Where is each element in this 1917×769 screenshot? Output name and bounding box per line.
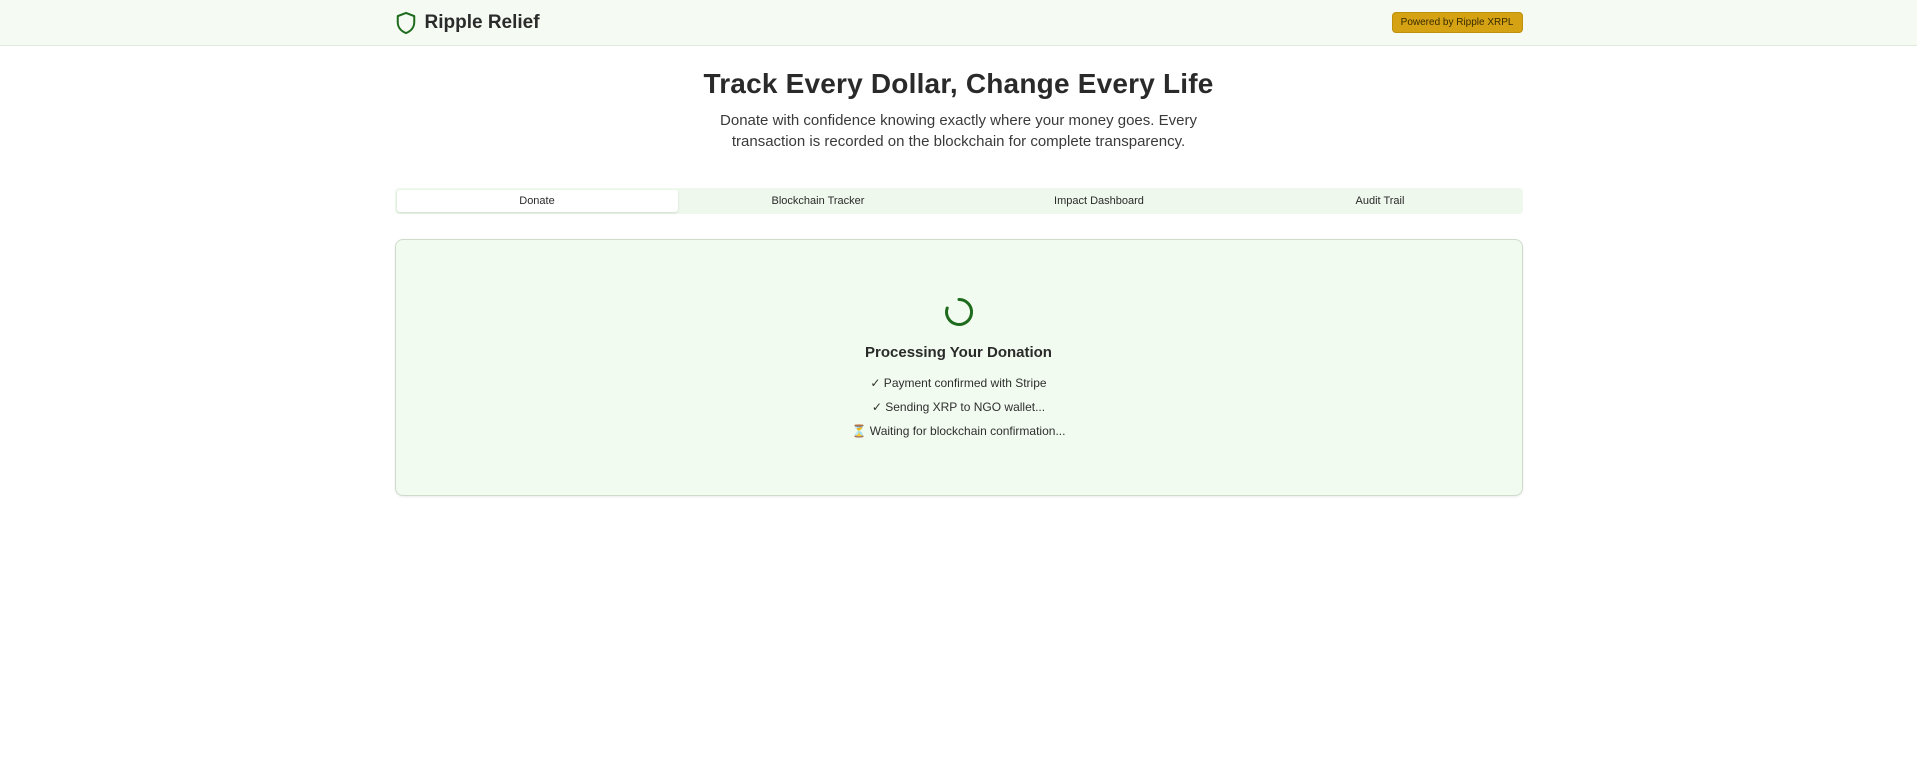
tab-blockchain-tracker[interactable]: Blockchain Tracker bbox=[678, 190, 959, 212]
shield-icon bbox=[395, 11, 417, 35]
loading-spinner-icon bbox=[943, 296, 975, 328]
powered-by-badge: Powered by Ripple XRPL bbox=[1391, 12, 1523, 33]
tab-list: Donate Blockchain Tracker Impact Dashboa… bbox=[394, 188, 1523, 214]
brand-name: Ripple Relief bbox=[424, 11, 540, 33]
step-sending-xrp: ✓ Sending XRP to NGO wallet... bbox=[871, 400, 1046, 414]
processing-title: Processing Your Donation bbox=[865, 344, 1052, 361]
step-payment-confirmed: ✓ Payment confirmed with Stripe bbox=[870, 376, 1047, 390]
top-navigation-bar: Ripple Relief Powered by Ripple XRPL bbox=[0, 0, 1917, 46]
hero-section: Track Every Dollar, Change Every Life Do… bbox=[0, 46, 1917, 152]
step-waiting-confirmation: ⏳ Waiting for blockchain confirmation... bbox=[851, 424, 1066, 438]
top-navigation-inner: Ripple Relief Powered by Ripple XRPL bbox=[395, 0, 1523, 45]
page-subtitle: Donate with confidence knowing exactly w… bbox=[720, 112, 1197, 150]
processing-card: Processing Your Donation ✓ Payment confi… bbox=[394, 239, 1523, 496]
tab-audit-trail[interactable]: Audit Trail bbox=[1240, 190, 1521, 212]
tab-donate[interactable]: Donate bbox=[396, 190, 678, 212]
page-title: Track Every Dollar, Change Every Life bbox=[703, 68, 1214, 99]
brand[interactable]: Ripple Relief bbox=[395, 11, 540, 35]
processing-steps: ✓ Payment confirmed with Stripe ✓ Sendin… bbox=[852, 371, 1066, 443]
tab-impact-dashboard[interactable]: Impact Dashboard bbox=[959, 190, 1240, 212]
